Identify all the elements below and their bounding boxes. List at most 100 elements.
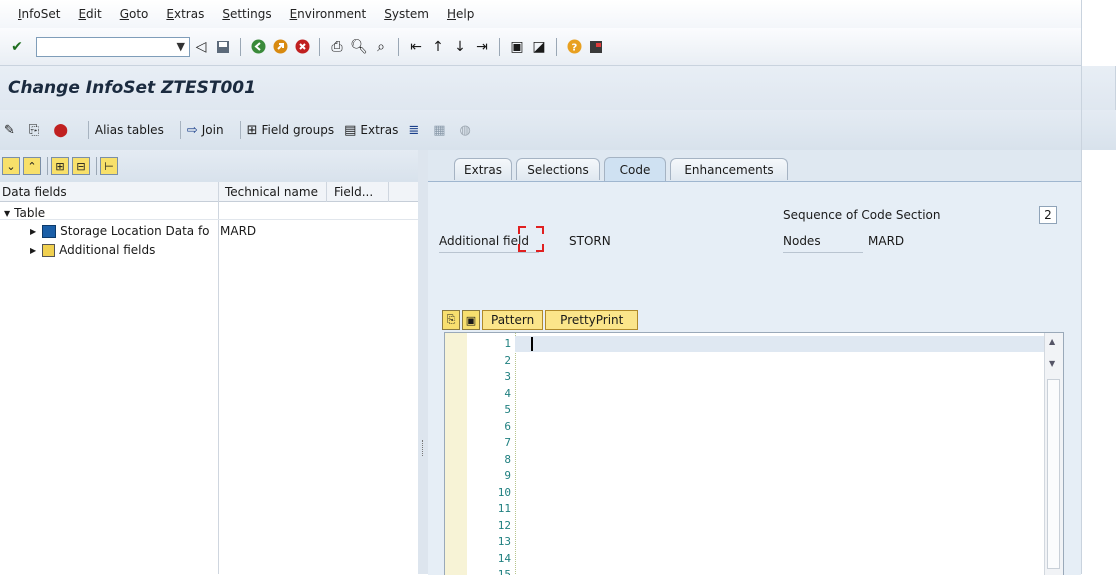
back-arrow-icon[interactable]: ◁ [192,38,210,56]
find-next-icon[interactable]: ⊟ [72,157,90,175]
collapse-icon[interactable]: ⌃ [23,157,41,175]
menu-environment[interactable]: Environment [290,7,367,21]
menu-system[interactable]: System [384,7,429,21]
help-icon[interactable]: ? [565,38,583,56]
first-page-icon[interactable]: ⇤ [407,38,425,56]
status-button[interactable]: ◍ [460,123,475,138]
nodes-value: MARD [868,234,905,248]
generate-icon: ⎘ [28,122,40,138]
editor-scrollbar[interactable]: ▲ ▼ [1044,333,1063,575]
toggle-icon[interactable]: ⎘ [442,310,460,330]
menu-infoset[interactable]: InfoSet [18,7,60,21]
back-icon[interactable] [249,38,267,56]
line-number: 4 [504,386,511,400]
line-number: 6 [504,419,511,433]
field-underline [439,252,539,253]
column-divider[interactable] [388,182,389,202]
save-icon[interactable]: ▣ [462,310,480,330]
tree-node-storage-location[interactable]: ▶ Storage Location Data fo MARD [30,222,418,240]
tab-enhancements[interactable]: Enhancements [670,158,788,180]
separator [319,37,320,56]
join-button[interactable]: ⇨ Join [187,123,224,138]
column-header-data-fields[interactable]: Data fields [2,185,67,199]
pencil-icon: ✎ [4,122,15,138]
scroll-down-icon[interactable]: ▼ [1049,359,1055,368]
previous-page-icon[interactable]: ↑ [429,38,447,56]
application-toolbar: ✎ ⎘ ⬤ Alias tables ⇨ Join ⊞ Field groups ▤… [0,110,1116,150]
enter-check-icon[interactable]: ✔ [8,38,26,56]
line-number: 3 [504,370,511,383]
menu-settings[interactable]: Settings [222,7,271,21]
focus-corner [518,226,526,234]
column-header-field[interactable]: Field... [334,185,373,199]
find-next-icon[interactable]: ⌕ [372,38,390,56]
join-arrow-icon: ⇨ [186,122,198,138]
prettyprint-button[interactable]: PrettyPrint [545,310,639,330]
tree-node-label: Table [14,206,46,220]
column-header-technical-name[interactable]: Technical name [225,185,318,199]
exit-icon[interactable] [271,38,289,56]
layout-button[interactable]: ≣ [408,123,423,138]
field-groups-icon: ⊞ [246,122,258,138]
tab-code[interactable]: Code [604,157,666,181]
tab-extras[interactable]: Extras [454,158,512,180]
alias-tables-button[interactable]: Alias tables [95,123,164,137]
line-number: 7 [504,436,511,449]
nodes-label: Nodes [783,234,821,248]
caret-right-icon[interactable]: ▶ [30,227,36,236]
command-field[interactable]: ▼ [36,36,190,57]
extras-icon: ▤ [344,122,357,138]
last-page-icon[interactable]: ⇥ [473,38,491,56]
expand-icon[interactable]: ⌄ [2,157,20,175]
check-button[interactable]: ⬤ [53,123,72,138]
next-page-icon[interactable]: ↓ [451,38,469,56]
sequence-value[interactable]: 2 [1039,206,1057,224]
find-icon[interactable]: 🔍︎ [350,38,368,56]
menu-help[interactable]: Help [447,7,474,21]
new-session-icon[interactable]: ▣ [508,38,526,56]
separator [239,121,241,139]
find-icon[interactable]: ⊞ [51,157,69,175]
scroll-up-icon[interactable]: ▲ [1049,337,1055,346]
field-underline [783,252,863,253]
menu-edit[interactable]: Edit [78,7,101,21]
pane-splitter[interactable] [418,150,428,574]
detail-pane: Extras Selections Code Enhancements Sequ… [428,150,1081,575]
page-title: Change InfoSet ZTEST001 [8,78,256,98]
tree-node-additional-fields[interactable]: ▶ Additional fields [30,241,155,259]
generate-button[interactable]: ⎘ [29,123,43,138]
tab-selections[interactable]: Selections [516,158,600,180]
cancel-icon[interactable] [293,38,311,56]
technical-name: MARD [220,224,257,238]
extras-button[interactable]: ▤ Extras [344,123,398,138]
pattern-button[interactable]: Pattern [482,310,544,330]
layout-menu-icon[interactable] [587,38,605,56]
menu-bar: InfoSet Edit Goto Extras Settings Enviro… [0,0,1081,28]
scrollbar-thumb[interactable] [1047,379,1060,569]
print-icon[interactable]: ⎙ [328,38,346,56]
column-divider[interactable] [326,182,327,202]
line-number: 5 [504,403,511,416]
hierarchy-icon[interactable]: ⊢ [100,157,118,175]
document-button[interactable]: ▦ [433,123,449,138]
separator [499,37,500,56]
save-icon[interactable] [214,38,232,56]
table-icon [42,224,57,238]
shortcut-icon[interactable]: ◪ [530,38,548,56]
line-number: 10 [497,485,511,499]
code-editor[interactable]: 1 2 3 4 5 6 7 8 9 10 11 12 13 14 15 ▲ ▼ [444,332,1064,575]
title-bar: Change InfoSet ZTEST001 [0,66,1116,110]
column-divider[interactable] [218,182,219,574]
display-change-button[interactable]: ✎ [4,123,19,138]
line-number: 8 [504,452,511,466]
splitter-grip[interactable] [422,440,425,456]
tab-strip: Extras Selections Code Enhancements [428,157,1081,182]
menu-extras[interactable]: Extras [166,7,204,21]
caret-right-icon[interactable]: ▶ [30,246,36,255]
field-groups-button[interactable]: ⊞ Field groups [247,123,335,138]
menu-goto[interactable]: Goto [120,7,149,21]
chevron-down-icon[interactable]: ▼ [177,40,185,53]
tree-node-table[interactable]: ▼ Table [4,204,45,222]
caret-down-icon[interactable]: ▼ [4,209,10,218]
line-number: 13 [497,535,511,548]
